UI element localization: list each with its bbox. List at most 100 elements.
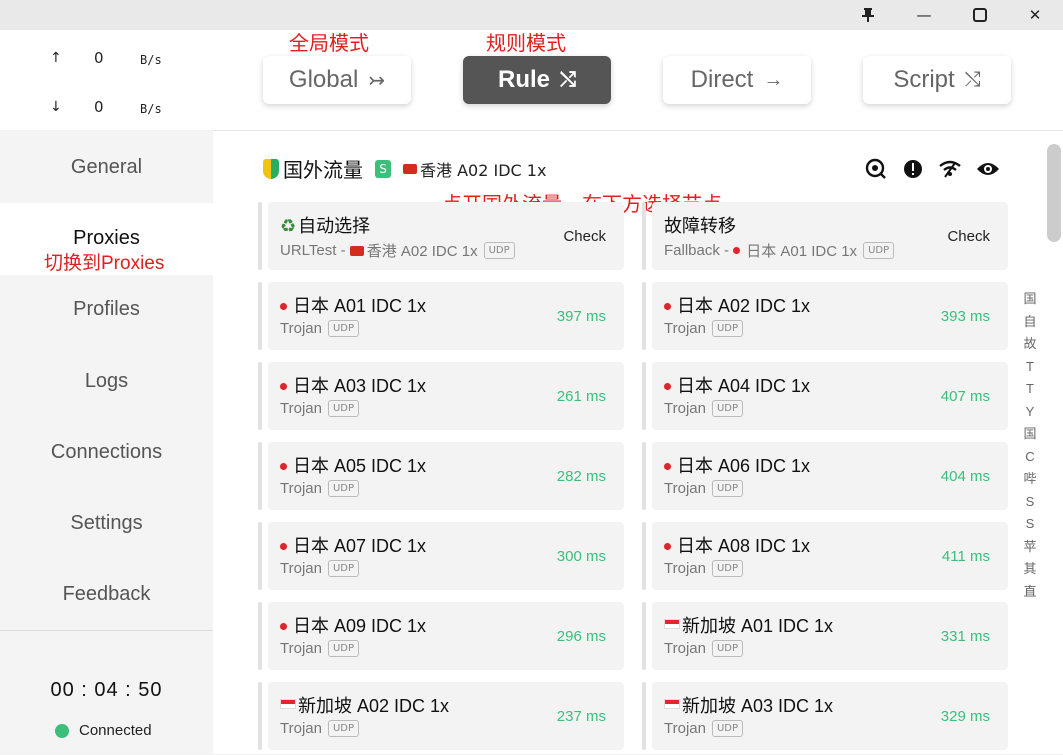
index-rail-item[interactable]: T [1026,356,1034,379]
pin-icon[interactable] [840,0,896,30]
latency-value[interactable]: 331 ms [941,628,990,645]
mode-rule-button[interactable]: Rule ⤭ [463,56,611,104]
traffic-panel: ↑ 0 B/s ↓ 0 B/s [0,30,241,130]
proxy-subtitle: Trojan UDP [664,720,744,737]
index-rail-item[interactable]: 直 [1023,581,1036,604]
udp-badge: UDP [711,400,744,417]
index-rail-item[interactable]: T [1026,378,1034,401]
jp-flag-icon [280,543,287,550]
latency-value[interactable]: 329 ms [941,708,990,725]
latency-value[interactable]: 404 ms [941,468,990,485]
index-rail-item[interactable]: S [1026,513,1035,536]
proxy-card[interactable]: 日本 A01 IDC 1x Trojan UDP 397 ms [258,282,624,350]
speed-test-icon[interactable] [863,156,889,182]
index-rail-item[interactable]: 国 [1023,288,1036,311]
close-button[interactable]: ✕ [1007,0,1063,30]
jp-flag-icon [664,463,671,470]
index-rail-item[interactable]: 其 [1023,558,1036,581]
proxy-subtitle: Trojan UDP [280,480,360,497]
annotation-proxies: 切换到Proxies [44,253,165,274]
proxy-card[interactable]: 日本 A08 IDC 1x Trojan UDP 411 ms [642,522,1008,590]
proxy-subtitle: Trojan UDP [664,560,744,577]
proxy-card[interactable]: 日本 A03 IDC 1x Trojan UDP 261 ms [258,362,624,430]
proxy-card[interactable]: 日本 A09 IDC 1x Trojan UDP 296 ms [258,602,624,670]
index-rail-item[interactable]: S [1026,491,1035,514]
latency-value[interactable]: 300 ms [557,548,606,565]
latency-value[interactable]: 407 ms [941,388,990,405]
proxy-subtitle: Trojan UDP [664,400,744,417]
proxy-name-text: 日本 A09 IDC 1x [293,616,427,636]
nav-feedback[interactable]: Feedback [0,564,213,624]
proxy-card[interactable]: 日本 A02 IDC 1x Trojan UDP 393 ms [642,282,1008,350]
proxy-card[interactable]: 日本 A05 IDC 1x Trojan UDP 282 ms [258,442,624,510]
index-rail-item[interactable]: Y [1026,401,1035,424]
proxy-type: Trojan [280,560,322,577]
latency-value[interactable]: 237 ms [557,708,606,725]
udp-badge: UDP [327,320,360,337]
jp-flag-icon [664,543,671,550]
upload-speed: ↑ 0 B/s [0,44,213,74]
proxy-type: Trojan [280,720,322,737]
jp-flag-icon [280,623,287,630]
latency-value[interactable]: 411 ms [942,548,990,565]
index-rail-item[interactable]: 自 [1023,311,1036,334]
proxy-current-node: 日本 A01 IDC 1x [746,243,858,260]
scrollbar[interactable] [1047,144,1061,242]
jp-flag-icon [664,383,671,390]
proxy-group-header[interactable]: 国外流量 S 香港 A02 IDC 1x [263,154,546,183]
proxy-card[interactable]: 故障转移 Fallback - 日本 A01 IDC 1x UDP Check [642,202,1008,270]
minimize-button[interactable]: — [896,0,952,30]
mode-global-button[interactable]: Global ↣ [263,56,411,104]
index-rail-item[interactable]: 国 [1023,423,1036,446]
proxy-card[interactable]: ♻ 自动选择 URLTest - 香港 A02 IDC 1x UDP Check [258,202,624,270]
upload-value: 0 [94,49,104,67]
mode-global-label: Global [288,66,359,93]
nav-connections[interactable]: Connections [0,422,213,482]
connection-status: Connected [55,722,152,739]
alert-icon[interactable] [900,156,926,182]
proxy-name: 日本 A04 IDC 1x [664,372,810,398]
direct-mode-icon: → [763,68,784,91]
proxy-card[interactable]: 日本 A06 IDC 1x Trojan UDP 404 ms [642,442,1008,510]
title-bar: — ✕ [0,0,1063,30]
download-value: 0 [94,98,104,116]
proxy-name: 日本 A07 IDC 1x [280,532,426,558]
nav-logs[interactable]: Logs [0,351,213,411]
mode-script-button[interactable]: Script ⤭ [863,56,1011,104]
proxy-subtitle: Fallback - 日本 A01 IDC 1x UDP [664,240,895,261]
mode-script-label: Script [893,66,955,93]
proxy-name: 故障转移 [664,212,736,238]
status-dot-icon [55,723,69,738]
latency-value[interactable]: 261 ms [557,388,606,405]
proxy-card[interactable]: 日本 A07 IDC 1x Trojan UDP 300 ms [258,522,624,590]
wifi-icon[interactable] [937,156,963,182]
proxy-name: 日本 A06 IDC 1x [664,452,810,478]
index-rail-item[interactable]: C [1025,446,1034,469]
index-rail-item[interactable]: 哔 [1023,468,1036,491]
proxy-card[interactable]: 日本 A04 IDC 1x Trojan UDP 407 ms [642,362,1008,430]
jp-flag-icon [280,463,287,470]
eye-icon[interactable] [975,156,1001,182]
maximize-button[interactable] [952,0,1008,30]
latency-value[interactable]: 393 ms [941,308,990,325]
sidebar-footer: 00 : 04 : 50 Connected [0,630,213,755]
nav-general[interactable]: General [0,137,213,197]
nav-settings[interactable]: Settings [0,493,213,553]
check-button[interactable]: Check [563,228,606,245]
latency-value[interactable]: 296 ms [557,628,606,645]
mode-direct-button[interactable]: Direct → [663,56,811,104]
udp-badge: UDP [327,720,360,737]
check-button[interactable]: Check [947,228,990,245]
sidebar: ↑ 0 B/s ↓ 0 B/s General Proxies 切换到Proxi… [0,30,241,755]
index-rail-item[interactable]: 苹 [1023,536,1036,559]
proxy-card[interactable]: 新加坡 A02 IDC 1x Trojan UDP 237 ms [258,682,624,750]
nav-profiles[interactable]: Profiles [0,279,213,339]
latency-value[interactable]: 282 ms [557,468,606,485]
proxy-type: Trojan [664,720,706,737]
proxy-type: Trojan [280,480,322,497]
sg-flag-icon [664,699,680,709]
proxy-card[interactable]: 新加坡 A03 IDC 1x Trojan UDP 329 ms [642,682,1008,750]
latency-value[interactable]: 397 ms [557,308,606,325]
index-rail-item[interactable]: 故 [1023,333,1036,356]
proxy-card[interactable]: 新加坡 A01 IDC 1x Trojan UDP 331 ms [642,602,1008,670]
